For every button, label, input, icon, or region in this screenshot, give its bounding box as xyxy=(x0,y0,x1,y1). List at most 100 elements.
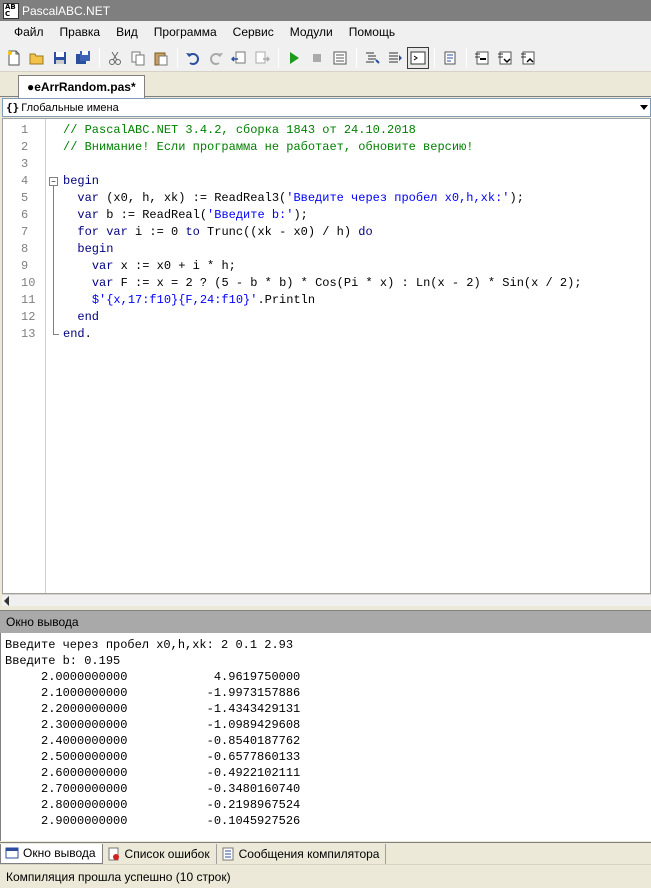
toolbar-separator xyxy=(278,47,279,68)
code-line[interactable]: 10 var F := x = 2 ? (5 - b * b) * Cos(Pi… xyxy=(3,275,643,292)
line-number: 10 xyxy=(21,276,36,290)
menu-view[interactable]: Вид xyxy=(108,21,146,44)
scope-label: Глобальные имена xyxy=(21,101,119,114)
line-number: 1 xyxy=(21,123,29,137)
tab-output-window[interactable]: Окно вывода xyxy=(0,843,103,864)
menu-bar: Файл Правка Вид Программа Сервис Модули … xyxy=(0,21,651,44)
window-title: PascalABC.NET xyxy=(22,3,111,18)
tab-compiler-messages-label: Сообщения компилятора xyxy=(238,846,380,861)
code-line[interactable]: 2 // Внимание! Если программа не работает… xyxy=(3,139,643,156)
tab-earrrandom[interactable]: ●eArrRandom.pas* xyxy=(18,75,145,98)
line-number: 11 xyxy=(21,293,36,307)
menu-help[interactable]: Помощь xyxy=(341,21,403,44)
output-line: 2.3000000000 -1.0989429608 xyxy=(5,718,301,732)
menu-file[interactable]: Файл xyxy=(6,21,52,44)
menu-program[interactable]: Программа xyxy=(146,21,225,44)
undo-icon[interactable] xyxy=(182,47,204,69)
step-icon[interactable] xyxy=(384,47,406,69)
output-line: 2.2000000000 -1.4343429131 xyxy=(5,702,301,716)
toolbar xyxy=(0,44,651,72)
code-text: var F := x = 2 ? (5 - b * b) * Cos(Pi * … xyxy=(91,276,582,290)
code-line[interactable]: 13 end. xyxy=(3,326,643,343)
save-all-icon[interactable] xyxy=(72,47,94,69)
line-number: 3 xyxy=(21,157,29,171)
line-number: 9 xyxy=(21,259,29,273)
code-text: // Внимание! Если программа не работает,… xyxy=(63,140,474,154)
output-line: Введите b: 0.195 xyxy=(5,654,121,668)
line-number: 13 xyxy=(21,327,36,341)
code-line[interactable]: 3 xyxy=(3,156,643,173)
compile-icon[interactable] xyxy=(329,47,351,69)
format-icon[interactable] xyxy=(361,47,383,69)
output-window[interactable]: Введите через пробел x0,h,xk: 2 0.1 2.93… xyxy=(0,633,651,841)
code-text: var x := x0 + i * h; xyxy=(91,259,236,273)
line-number: 7 xyxy=(21,225,29,239)
toolbar-separator xyxy=(434,47,435,68)
fold-toggle-icon[interactable]: − xyxy=(49,177,58,186)
tab-error-list[interactable]: Список ошибок xyxy=(103,843,217,864)
toolbar-separator xyxy=(177,47,178,68)
code-line[interactable]: 7 for var i := 0 to Trunc((xk - x0) / h)… xyxy=(3,224,643,241)
output-line: 2.6000000000 -0.4922102111 xyxy=(5,766,301,780)
status-bar: Компиляция прошла успешно (10 строк) xyxy=(0,864,651,888)
tab-compiler-messages[interactable]: Сообщения компилятора xyxy=(217,843,387,864)
menu-edit[interactable]: Правка xyxy=(52,21,109,44)
horizontal-scrollbar[interactable] xyxy=(2,594,651,606)
new-file-icon[interactable] xyxy=(3,47,25,69)
code-line[interactable]: 5 var (x0, h, xk) := ReadReal3('Введите … xyxy=(3,190,643,207)
code-line[interactable]: 11 $'{x,17:f10}{F,24:f10}'.Println xyxy=(3,292,643,309)
code-text: var (x0, h, xk) := ReadReal3('Введите че… xyxy=(77,191,524,205)
step-over-icon[interactable] xyxy=(471,47,493,69)
editor-tab-strip: ●eArrRandom.pas* xyxy=(0,72,651,98)
output-window-icon[interactable] xyxy=(407,46,429,69)
scroll-left-icon[interactable] xyxy=(4,596,9,606)
line-number: 8 xyxy=(21,242,29,256)
code-text: begin xyxy=(63,174,100,188)
navigate-forward-icon[interactable] xyxy=(251,47,273,69)
chevron-down-icon[interactable] xyxy=(638,99,650,116)
output-panel-title: Окно вывода xyxy=(6,615,79,629)
output-line: 2.7000000000 -0.3480160740 xyxy=(5,782,301,796)
compiler-messages-icon xyxy=(222,847,234,860)
redo-icon[interactable] xyxy=(205,47,227,69)
line-number: 5 xyxy=(21,191,29,205)
tab-error-list-label: Список ошибок xyxy=(124,846,210,861)
toolbar-separator xyxy=(356,47,357,68)
app-icon xyxy=(3,2,19,19)
copy-icon[interactable] xyxy=(127,47,149,69)
menu-modules[interactable]: Модули xyxy=(282,21,341,44)
paste-icon[interactable] xyxy=(150,47,172,69)
run-icon[interactable] xyxy=(283,47,305,69)
code-text: begin xyxy=(77,242,114,256)
code-text: var b := ReadReal('Введите b:'); xyxy=(77,208,308,222)
step-into-icon[interactable] xyxy=(494,47,516,69)
braces-icon: {} xyxy=(6,101,20,114)
code-line[interactable]: 4 begin xyxy=(3,173,643,190)
stop-icon[interactable] xyxy=(306,47,328,69)
line-number: 6 xyxy=(21,208,29,222)
line-number: 4 xyxy=(21,174,29,188)
output-line: 2.9000000000 -0.1045927526 xyxy=(5,814,301,828)
code-line[interactable]: 9 var x := x0 + i * h; xyxy=(3,258,643,275)
debug-icon[interactable] xyxy=(439,47,461,69)
step-out-icon[interactable] xyxy=(517,47,539,69)
output-line: 2.5000000000 -0.6577860133 xyxy=(5,750,301,764)
code-line[interactable]: 12 end xyxy=(3,309,643,326)
navigate-back-icon[interactable] xyxy=(228,47,250,69)
tab-output-window-label: Окно вывода xyxy=(23,846,96,860)
fold-guide xyxy=(53,186,59,335)
scope-selector[interactable]: {} Глобальные имена xyxy=(2,98,651,117)
menu-service[interactable]: Сервис xyxy=(225,21,282,44)
line-number: 12 xyxy=(21,310,36,324)
code-line[interactable]: 8 begin xyxy=(3,241,643,258)
cut-icon[interactable] xyxy=(104,47,126,69)
code-editor[interactable]: 1 // PascalABC.NET 3.4.2, сборка 1843 от … xyxy=(2,118,651,594)
code-line[interactable]: 1 // PascalABC.NET 3.4.2, сборка 1843 от … xyxy=(3,122,643,139)
save-icon[interactable] xyxy=(49,47,71,69)
bottom-tab-strip: Окно вывода Список ошибок Сообщения комп… xyxy=(0,842,651,864)
code-text: end xyxy=(77,310,100,324)
open-file-icon[interactable] xyxy=(26,47,48,69)
code-text: end. xyxy=(63,327,92,341)
code-line[interactable]: 6 var b := ReadReal('Введите b:'); xyxy=(3,207,643,224)
output-line: 2.8000000000 -0.2198967524 xyxy=(5,798,301,812)
